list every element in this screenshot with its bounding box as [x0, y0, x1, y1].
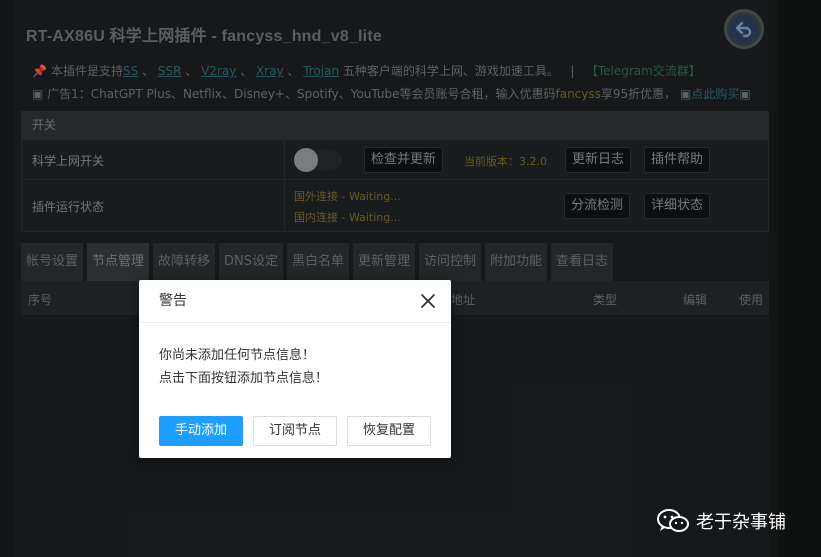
manual-add-button[interactable]: 手动添加	[159, 416, 243, 446]
wechat-icon	[656, 508, 690, 534]
watermark: 老于杂事铺	[656, 508, 786, 534]
dialog-line-2: 点击下面按钮添加节点信息！	[159, 371, 329, 386]
warning-dialog: 警告 你尚未添加任何节点信息！ 点击下面按钮添加节点信息！ 手动添加 订阅节点 …	[139, 280, 451, 458]
close-icon[interactable]	[421, 294, 435, 308]
restore-config-button[interactable]: 恢复配置	[347, 416, 431, 446]
dialog-line-1: 你尚未添加任何节点信息！	[159, 348, 316, 363]
subscribe-button[interactable]: 订阅节点	[253, 416, 337, 446]
dialog-title: 警告	[139, 280, 451, 323]
modal-overlay	[0, 0, 821, 557]
watermark-text: 老于杂事铺	[696, 512, 786, 533]
dialog-message: 你尚未添加任何节点信息！ 点击下面按钮添加节点信息！	[159, 344, 328, 390]
